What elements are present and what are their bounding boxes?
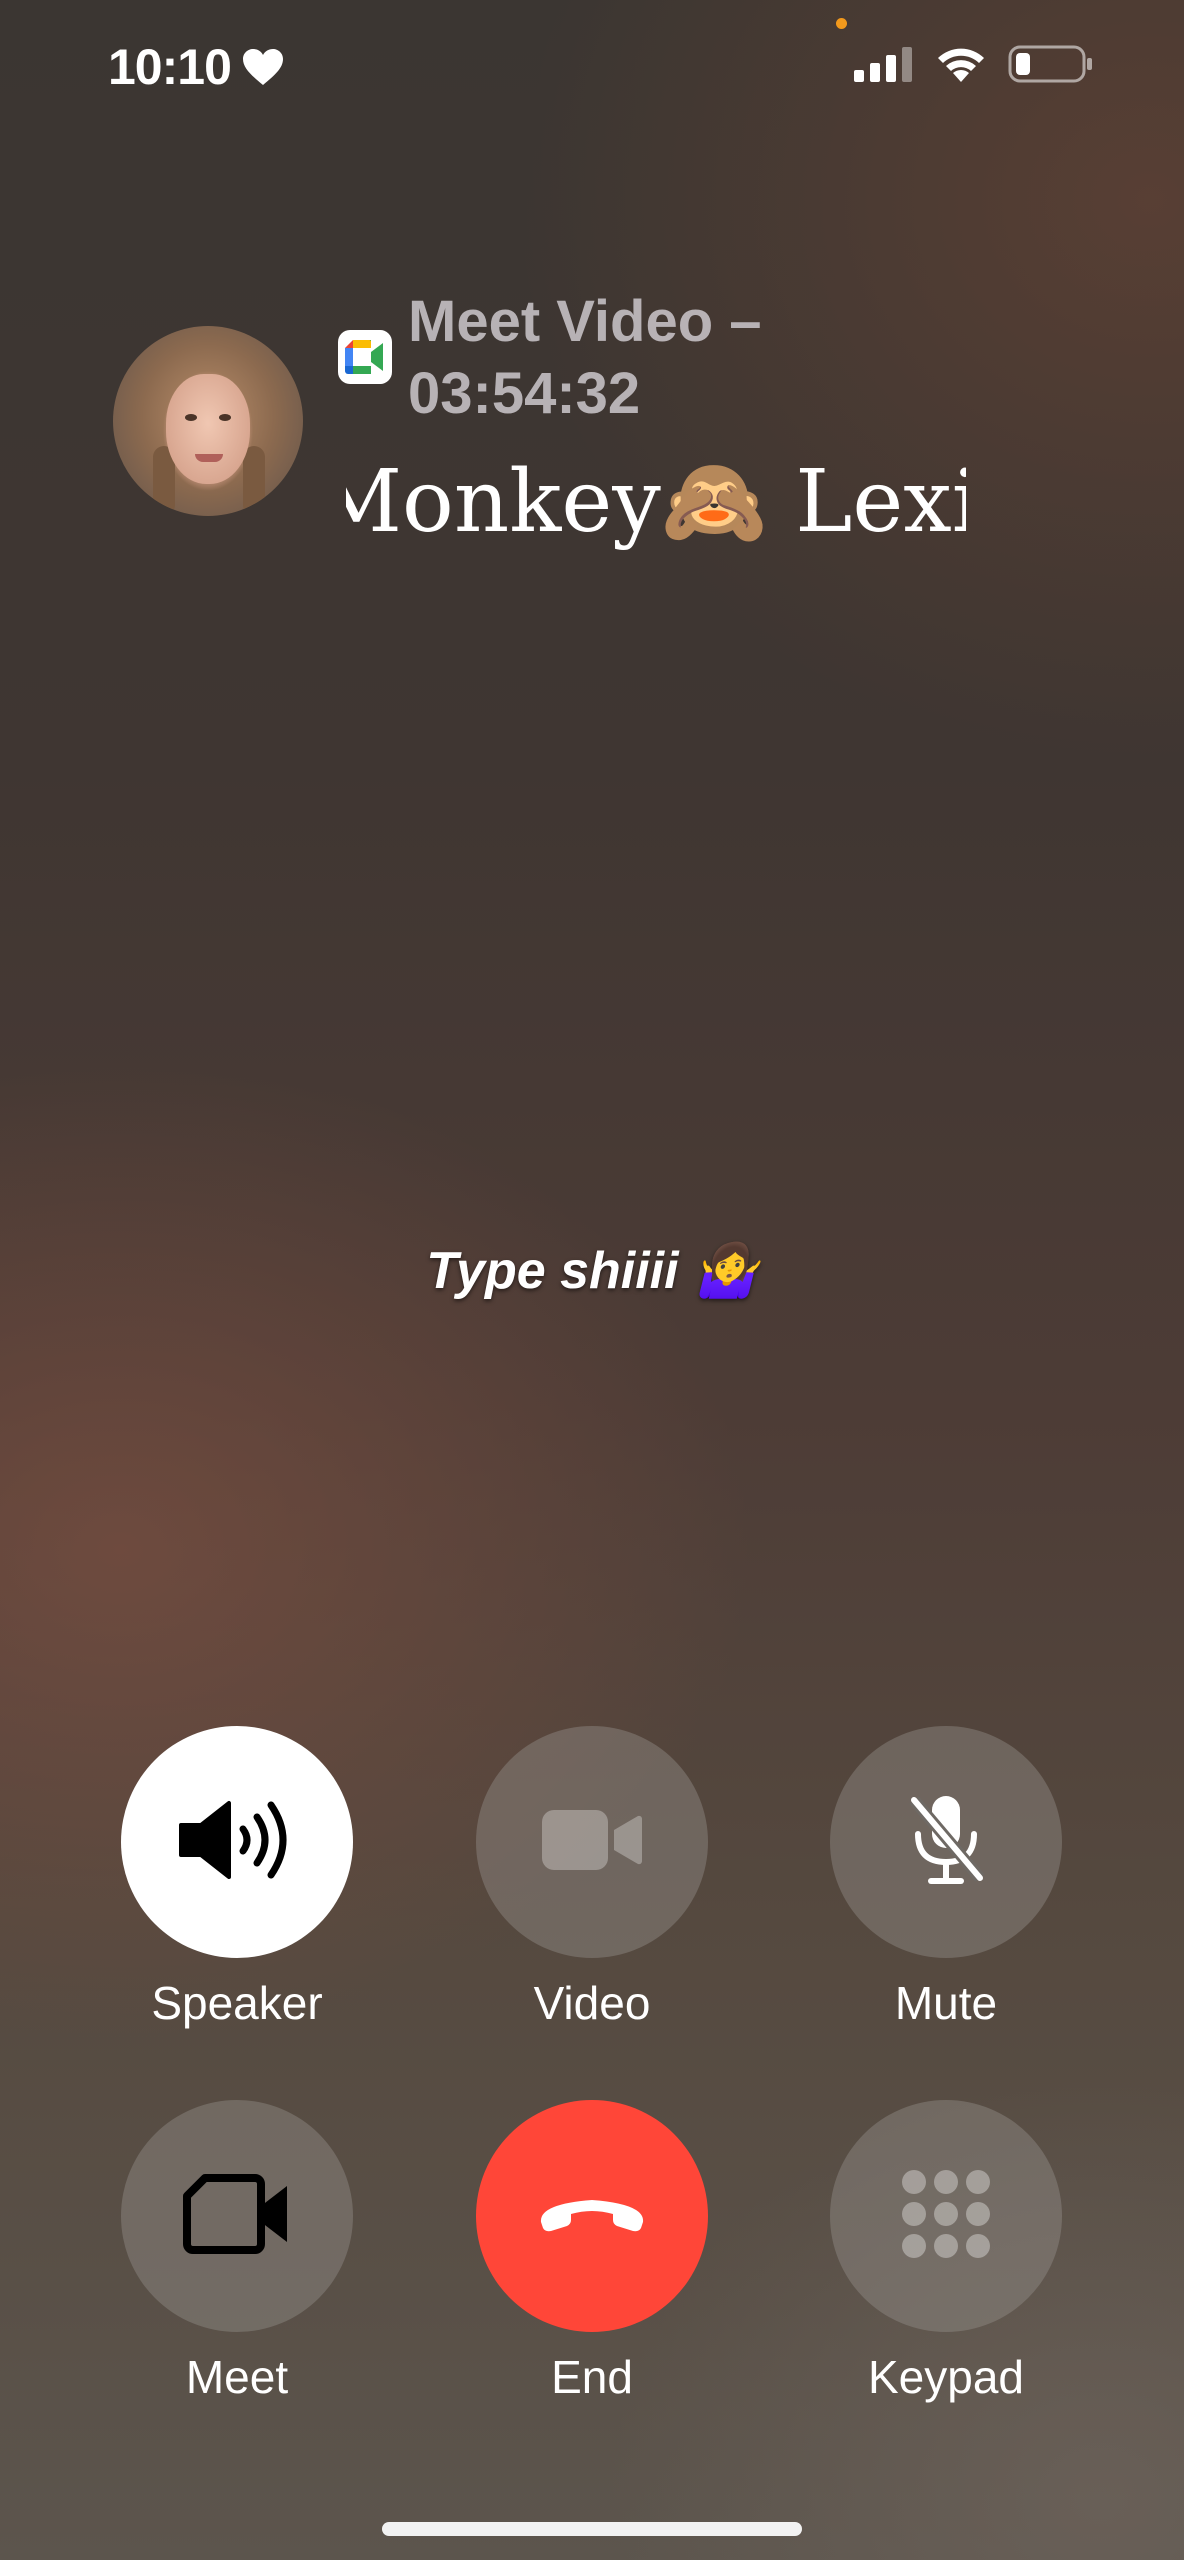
- status-bar: 10:10: [0, 0, 1184, 140]
- end-call-button-circle[interactable]: [476, 2100, 708, 2332]
- caller-avatar: [113, 326, 303, 516]
- speaker-label: Speaker: [151, 1977, 323, 2029]
- status-time: 10:10: [108, 39, 232, 95]
- call-type-label: Meet Video –: [408, 289, 762, 354]
- meet-camera-icon: [183, 2172, 291, 2261]
- video-button[interactable]: Video: [472, 1726, 712, 2030]
- cellular-signal-icon: [854, 46, 914, 87]
- status-clock: 10:10: [108, 38, 285, 96]
- call-info: Meet Video – 03:54:32: [408, 286, 928, 430]
- caller-status-caption: Type shiiii 🤷‍♀️: [426, 1242, 758, 1300]
- avatar-eye: [219, 414, 231, 421]
- meet-button[interactable]: Meet: [117, 2100, 357, 2404]
- keypad-label: Keypad: [867, 2351, 1024, 2403]
- microphone-slash-icon: [906, 1792, 986, 1893]
- heart-icon: [241, 47, 285, 87]
- mute-label: Mute: [894, 1977, 998, 2029]
- speaker-button-circle[interactable]: [121, 1726, 353, 1958]
- mic-in-use-indicator: [836, 18, 847, 29]
- battery-icon: [1008, 44, 1094, 89]
- mute-button[interactable]: Mute: [826, 1726, 1066, 2030]
- end-call-button[interactable]: End: [472, 2100, 712, 2404]
- keypad-button-circle[interactable]: [830, 2100, 1062, 2332]
- speaker-button[interactable]: Speaker: [117, 1726, 357, 2030]
- end-label: End: [551, 2351, 633, 2403]
- mute-button-circle[interactable]: [830, 1726, 1062, 1958]
- status-icons: [854, 44, 1094, 89]
- meet-label: Meet: [185, 2351, 289, 2403]
- end-call-icon: [537, 2192, 647, 2241]
- speaker-icon: [177, 1795, 297, 1890]
- wifi-icon: [934, 44, 988, 89]
- keypad-icon: [900, 2168, 992, 2265]
- meet-button-circle[interactable]: [121, 2100, 353, 2332]
- avatar-eye: [185, 414, 197, 421]
- avatar-hair: [243, 446, 265, 516]
- home-indicator[interactable]: [382, 2522, 802, 2536]
- video-camera-icon: [540, 1808, 644, 1877]
- avatar-mouth: [195, 454, 223, 462]
- caller-name-text: Monkey🙈 Lexi: [346, 452, 966, 552]
- keypad-button[interactable]: Keypad: [826, 2100, 1066, 2404]
- video-label: Video: [533, 1977, 651, 2029]
- avatar-face: [166, 374, 250, 484]
- caller-name: Monkey🙈 Lexi: [346, 452, 966, 552]
- video-button-circle[interactable]: [476, 1726, 708, 1958]
- call-duration: 03:54:32: [408, 361, 641, 426]
- google-meet-icon: [338, 330, 392, 384]
